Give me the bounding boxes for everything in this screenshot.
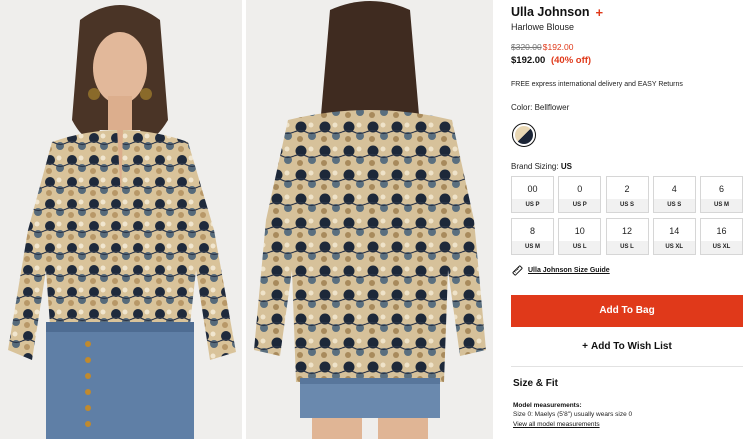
size-option-6[interactable]: 6 US M: [700, 176, 743, 213]
size-number: 14: [669, 226, 680, 236]
brand-name[interactable]: Ulla Johnson: [511, 5, 589, 19]
size-us-equivalent: US P: [512, 199, 553, 212]
size-option-0[interactable]: 0 US P: [558, 176, 602, 213]
size-us-equivalent: US S: [653, 199, 695, 212]
sizing-label-text: Brand Sizing:: [511, 162, 559, 171]
price-strikethrough-row: $320.00$192.00: [511, 42, 573, 52]
product-details-panel: Ulla Johnson + Harlowe Blouse $320.00$19…: [511, 0, 743, 439]
size-option-14[interactable]: 14 US XL: [652, 218, 696, 255]
size-us-equivalent: US XL: [701, 241, 742, 254]
size-us-equivalent: US M: [512, 241, 553, 254]
size-guide-link-row[interactable]: Ulla Johnson Size Guide: [512, 265, 610, 276]
size-option-4[interactable]: 4 US S: [652, 176, 696, 213]
discount-badge: (40% off): [550, 55, 592, 66]
model-back-illustration: [246, 0, 493, 439]
size-option-8[interactable]: 8 US M: [511, 218, 554, 255]
size-number: 2: [624, 184, 630, 194]
current-price: $192.00: [511, 55, 546, 66]
brand-row: Ulla Johnson +: [511, 5, 603, 19]
size-option-12[interactable]: 12 US L: [605, 218, 649, 255]
model-measurements-text: Size 0: Maelys (5'8") usually wears size…: [513, 411, 633, 418]
size-number: 10: [574, 226, 585, 236]
size-us-equivalent: US M: [701, 199, 742, 212]
follow-brand-plus-icon[interactable]: +: [595, 6, 603, 19]
size-us-equivalent: US S: [606, 199, 648, 212]
view-model-measurements-link[interactable]: View all model measurements: [513, 421, 600, 428]
wishlist-label: Add To Wish List: [591, 341, 672, 352]
sale-price: $192.00: [542, 42, 574, 52]
size-number: 12: [621, 226, 632, 236]
size-number: 0: [577, 184, 583, 194]
size-option-10[interactable]: 10 US L: [558, 218, 602, 255]
size-guide-link[interactable]: Ulla Johnson Size Guide: [528, 267, 610, 274]
swatch-fill: [515, 126, 533, 144]
size-us-equivalent: US XL: [653, 241, 695, 254]
wishlist-plus-icon: +: [582, 341, 588, 352]
product-title: Harlowe Blouse: [511, 22, 575, 32]
add-to-bag-button[interactable]: Add To Bag: [511, 295, 743, 327]
sizing-region: US: [560, 162, 572, 171]
size-us-equivalent: US P: [559, 199, 601, 212]
brand-sizing-label: Brand Sizing: US: [511, 162, 572, 171]
size-us-equivalent: US L: [559, 241, 601, 254]
product-image-front[interactable]: [0, 0, 242, 439]
size-number: 6: [718, 184, 724, 194]
color-swatch-bellflower[interactable]: [512, 123, 536, 147]
ruler-icon: [512, 265, 523, 276]
color-label-row: Color: Bellflower: [511, 103, 569, 112]
model-front-illustration: [0, 0, 242, 439]
model-measurements-heading: Model measurements:: [513, 402, 582, 409]
original-price: $320.00: [511, 42, 542, 52]
product-image-back[interactable]: [246, 0, 493, 439]
size-option-2[interactable]: 2 US S: [605, 176, 649, 213]
size-number: 8: [529, 226, 535, 236]
size-number: 16: [716, 226, 727, 236]
section-divider: [511, 366, 743, 367]
delivery-note: FREE express international delivery and …: [511, 81, 683, 88]
color-value: Bellflower: [534, 103, 570, 112]
size-number: 4: [671, 184, 677, 194]
size-option-00[interactable]: 00 US P: [511, 176, 554, 213]
size-us-equivalent: US L: [606, 241, 648, 254]
size-option-16[interactable]: 16 US XL: [700, 218, 743, 255]
size-number: 00: [527, 184, 538, 194]
size-fit-heading[interactable]: Size & Fit: [513, 378, 558, 389]
current-price-row: $192.00 (40% off): [511, 55, 591, 66]
color-label: Color:: [511, 103, 533, 112]
add-to-wishlist-button[interactable]: + Add To Wish List: [511, 338, 743, 356]
